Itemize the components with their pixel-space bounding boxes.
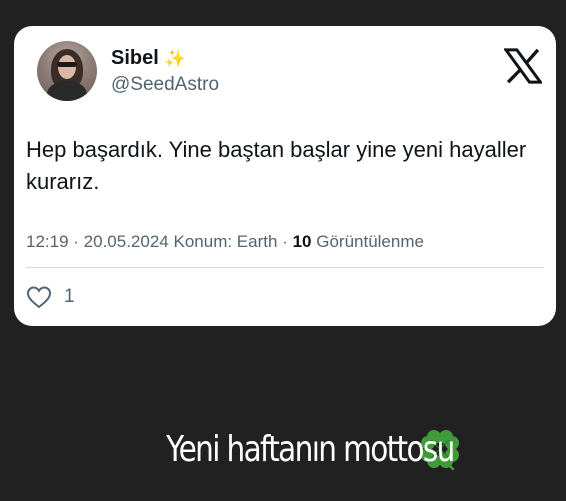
sparkle-icon: ✨ bbox=[164, 49, 186, 68]
story-caption: Yeni haftanın mottosu bbox=[0, 426, 566, 472]
tweet-time[interactable]: 12:19 bbox=[26, 232, 69, 251]
tweet-date[interactable]: 20.05.2024 bbox=[84, 232, 169, 251]
tweet-meta: 12:19 · 20.05.2024 Konum: Earth · 10 Gör… bbox=[26, 232, 424, 252]
caption-text: Yeni haftanın mottosu bbox=[165, 428, 455, 470]
avatar-body bbox=[47, 81, 87, 101]
views-count: 10 bbox=[292, 232, 312, 251]
x-logo-icon[interactable] bbox=[504, 48, 542, 84]
views-label: Görüntülenme bbox=[316, 232, 424, 251]
tweet-text: Hep başardık. Yine baştan başlar yine ye… bbox=[26, 137, 527, 194]
tweet-location: Konum: Earth bbox=[173, 232, 278, 251]
like-count: 1 bbox=[64, 286, 75, 307]
meta-separator: · bbox=[73, 232, 84, 251]
meta-separator: · bbox=[282, 232, 293, 251]
tweet-card[interactable]: Sibel ✨ @SeedAstro Hep başardık. Yine ba… bbox=[14, 26, 556, 326]
avatar-glasses bbox=[57, 62, 77, 67]
divider bbox=[26, 267, 544, 268]
author-name[interactable]: Sibel bbox=[111, 47, 159, 70]
author-handle[interactable]: @SeedAstro bbox=[111, 74, 219, 96]
avatar-face bbox=[58, 55, 76, 79]
heart-outline-icon[interactable] bbox=[26, 285, 52, 309]
avatar[interactable] bbox=[37, 41, 97, 101]
author-name-row: Sibel ✨ bbox=[111, 47, 186, 70]
like-button[interactable]: 1 bbox=[26, 285, 75, 309]
